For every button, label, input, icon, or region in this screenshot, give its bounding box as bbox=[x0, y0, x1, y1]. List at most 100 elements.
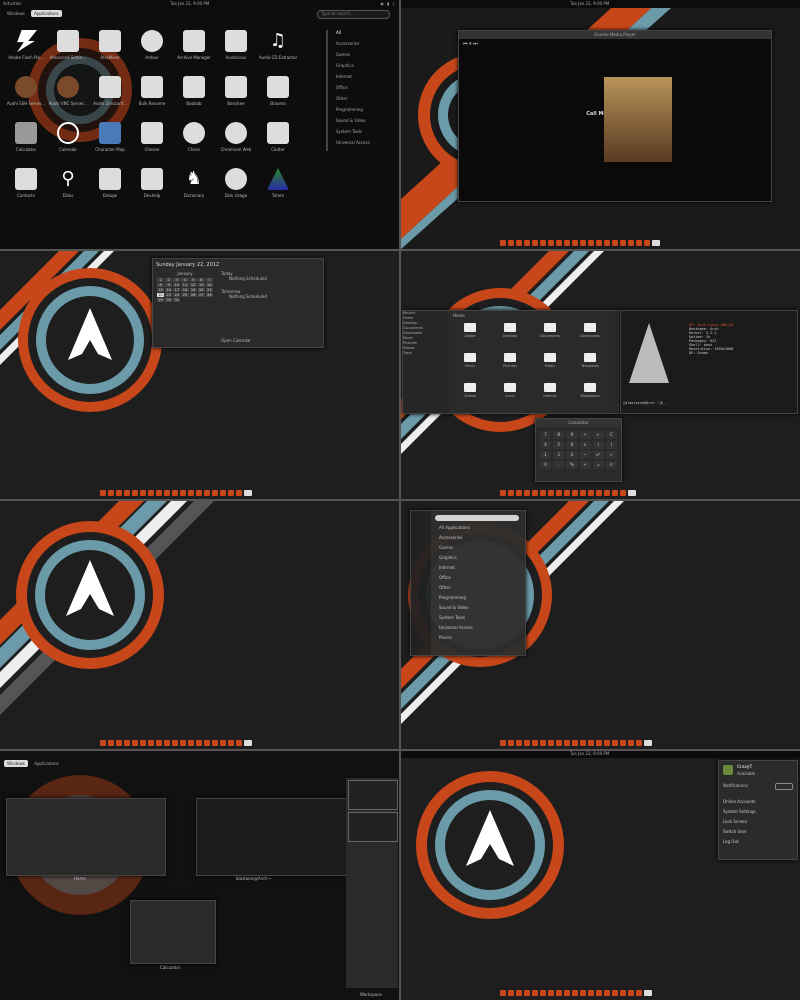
calc-key[interactable]: 6 bbox=[566, 441, 578, 449]
app-tile[interactable]: Bulk Rename bbox=[132, 76, 172, 122]
tab-applications[interactable]: Applications bbox=[31, 10, 62, 17]
app-tile[interactable]: Calendar bbox=[48, 122, 88, 168]
calc-key[interactable]: % bbox=[566, 461, 578, 469]
user-status[interactable]: Available bbox=[737, 771, 755, 776]
calc-key[interactable]: √ bbox=[605, 451, 617, 459]
day-cell[interactable]: 18 bbox=[181, 288, 189, 292]
day-cell[interactable]: 19 bbox=[189, 288, 197, 292]
folder-item[interactable]: Documents bbox=[535, 323, 565, 347]
menu-item[interactable]: Online Accounts bbox=[723, 799, 756, 809]
day-cell[interactable]: 8 bbox=[157, 283, 165, 287]
app-tile[interactable]: Avahi SSH Server... bbox=[6, 76, 46, 122]
activities-button[interactable]: Activities bbox=[3, 1, 21, 6]
path-bar[interactable]: Home bbox=[453, 313, 465, 318]
category-item[interactable]: Internet bbox=[336, 74, 400, 85]
calc-key[interactable]: 0 bbox=[540, 461, 552, 469]
day-cell[interactable]: 4 bbox=[181, 278, 189, 282]
day-cell[interactable]: 20 bbox=[197, 288, 205, 292]
tab-windows[interactable]: Windows bbox=[4, 10, 28, 17]
app-tile[interactable]: Baobab bbox=[174, 76, 214, 122]
day-cell[interactable]: 16 bbox=[165, 288, 173, 292]
day-cell[interactable]: 14 bbox=[205, 283, 213, 287]
folder-item[interactable]: Adobe bbox=[455, 323, 485, 347]
category-item[interactable]: System Tools bbox=[336, 129, 400, 140]
app-tile[interactable]: Cheese bbox=[132, 122, 172, 168]
app-tile[interactable]: ♫ Audio CD Extractor bbox=[258, 30, 298, 76]
day-cell[interactable]: 1 bbox=[157, 278, 165, 282]
calc-key[interactable]: − bbox=[579, 451, 591, 459]
clock[interactable]: Tue Jan 22, 9:00 PM bbox=[570, 751, 609, 756]
day-cell[interactable]: 3 bbox=[173, 278, 181, 282]
calc-key[interactable]: 5 bbox=[553, 441, 565, 449]
category-item[interactable]: Accessories bbox=[336, 41, 400, 52]
folder-item[interactable]: Videos bbox=[455, 383, 485, 407]
day-cell[interactable]: 17 bbox=[173, 288, 181, 292]
calc-key[interactable]: 3 bbox=[566, 451, 578, 459]
app-tile[interactable]: Contacts bbox=[6, 168, 46, 214]
app-tile[interactable]: Adobe Flash Pla... bbox=[6, 30, 46, 76]
day-cell[interactable]: 7 bbox=[205, 278, 213, 282]
category-item[interactable]: Programming bbox=[336, 107, 400, 118]
app-tile[interactable]: ⚲ Disks bbox=[48, 168, 88, 214]
day-cell[interactable]: 9 bbox=[165, 283, 173, 287]
calc-key[interactable]: 1 bbox=[540, 451, 552, 459]
menu-item[interactable]: Accessories bbox=[439, 535, 473, 545]
day-cell[interactable]: 12 bbox=[189, 283, 197, 287]
app-tile[interactable]: Avahi VNC Server... bbox=[48, 76, 88, 122]
app-tile[interactable]: ♞ Dictionary bbox=[174, 168, 214, 214]
menu-item[interactable]: Office bbox=[439, 575, 473, 585]
day-cell[interactable]: 21 bbox=[205, 288, 213, 292]
tab-windows[interactable]: Windows bbox=[4, 760, 28, 767]
category-item[interactable]: Other bbox=[336, 96, 400, 107]
menu-item[interactable]: All Applications bbox=[439, 525, 473, 535]
app-tile[interactable]: Totem bbox=[258, 168, 298, 214]
clock[interactable]: Tue Jan 22, 9:00 PM bbox=[570, 1, 609, 6]
tab-applications[interactable]: Applications bbox=[31, 760, 61, 767]
menu-item[interactable]: Sound & Video bbox=[439, 605, 473, 615]
workspace-thumb[interactable] bbox=[348, 812, 398, 842]
workspace-thumb[interactable] bbox=[348, 780, 398, 810]
menu-item[interactable]: System Tools bbox=[439, 615, 473, 625]
calc-key[interactable]: 2 bbox=[553, 451, 565, 459]
calc-key[interactable]: × bbox=[579, 441, 591, 449]
calc-key[interactable]: 4 bbox=[540, 441, 552, 449]
sidebar-item[interactable]: Trash bbox=[403, 351, 449, 356]
menu-item[interactable]: Lock Screen bbox=[723, 819, 756, 829]
player-controls[interactable]: ⏮ ⏸ ⏭ bbox=[463, 41, 478, 47]
category-item[interactable]: Graphics bbox=[336, 63, 400, 74]
app-tile[interactable]: Character Map bbox=[90, 122, 130, 168]
window-thumb-terminal[interactable] bbox=[196, 798, 352, 876]
day-cell[interactable]: 15 bbox=[157, 288, 165, 292]
day-cell[interactable]: 27 bbox=[197, 293, 205, 297]
menu-item[interactable]: Graphics bbox=[439, 555, 473, 565]
folder-item[interactable]: Music bbox=[455, 353, 485, 377]
calc-key[interactable]: π bbox=[605, 461, 617, 469]
category-item[interactable]: All bbox=[336, 30, 400, 41]
calc-key[interactable]: 8 bbox=[553, 431, 565, 439]
day-cell[interactable]: 31 bbox=[173, 298, 181, 302]
menu-search-input[interactable] bbox=[435, 515, 519, 521]
app-tile[interactable]: Chess bbox=[174, 122, 214, 168]
day-cell[interactable]: 24 bbox=[173, 293, 181, 297]
menu-item[interactable]: System Settings bbox=[723, 809, 756, 819]
day-cell[interactable]: 11 bbox=[181, 283, 189, 287]
calc-key[interactable]: C bbox=[605, 431, 617, 439]
app-tile[interactable]: Disk Usage bbox=[216, 168, 256, 214]
app-tile[interactable]: Deluge bbox=[90, 168, 130, 214]
folder-item[interactable]: Pictures bbox=[495, 353, 525, 377]
folder-item[interactable]: themes bbox=[535, 383, 565, 407]
app-tile[interactable]: Avahi Zeroconf... bbox=[90, 76, 130, 122]
folder-item[interactable]: icons bbox=[495, 383, 525, 407]
open-calendar-button[interactable]: Open Calendar bbox=[221, 338, 251, 343]
category-item[interactable]: Sound & Video bbox=[336, 118, 400, 129]
calc-key[interactable]: ÷ bbox=[579, 431, 591, 439]
category-item[interactable]: Games bbox=[336, 52, 400, 63]
app-tile[interactable]: Devhelp bbox=[132, 168, 172, 214]
calc-key[interactable]: . bbox=[553, 461, 565, 469]
month-grid[interactable]: January 1 2 3 4 5 6 7 8 9 10 11 12 13 14 bbox=[157, 271, 213, 302]
calc-key[interactable]: 9 bbox=[566, 431, 578, 439]
window-thumb-files[interactable] bbox=[6, 798, 166, 876]
app-tile[interactable]: Clutter bbox=[258, 122, 298, 168]
day-cell[interactable]: 30 bbox=[165, 298, 173, 302]
calc-key[interactable]: 7 bbox=[540, 431, 552, 439]
